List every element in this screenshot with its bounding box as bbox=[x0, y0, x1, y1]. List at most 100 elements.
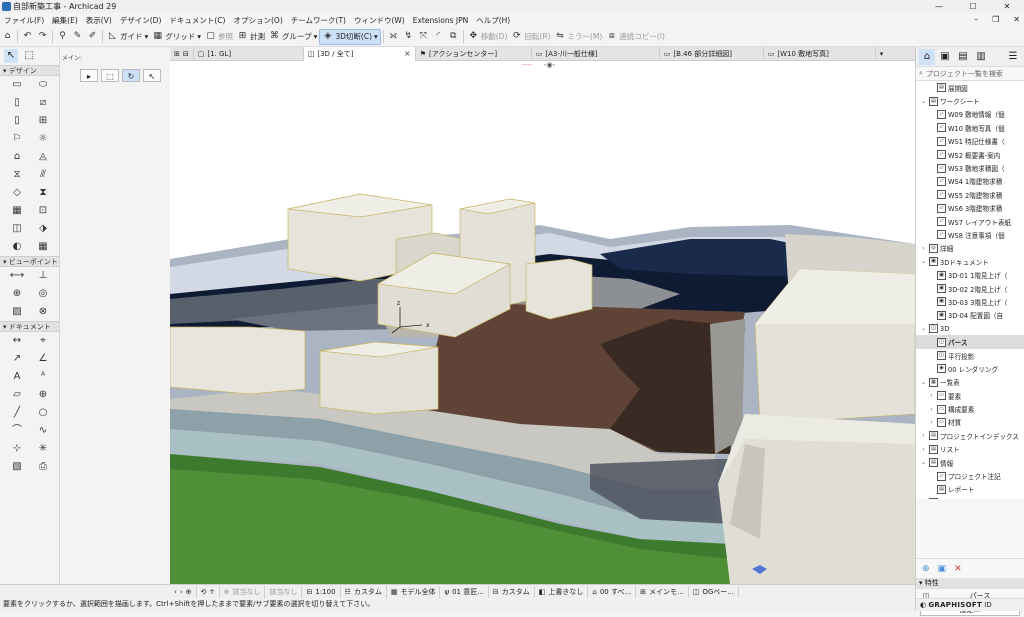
wall-tool-icon[interactable]: ▭ bbox=[4, 76, 30, 94]
tab-grid-toggle[interactable]: ⊞ ⊟ bbox=[170, 46, 194, 61]
tree-item[interactable]: › ◎ 詳細 bbox=[916, 242, 1024, 255]
tree-item[interactable]: ⌄ ◫ 3D bbox=[916, 322, 1024, 335]
terrain-tool-icon[interactable]: ⬗ bbox=[30, 220, 56, 238]
eye-icon[interactable]: ‑◉‑ bbox=[544, 61, 555, 69]
undo-view-button[interactable]: ⊕ 該当なし bbox=[220, 585, 266, 598]
cut3d-button[interactable]: ◈ 3D切断(C) ▾ bbox=[319, 28, 381, 45]
shell-tool-icon[interactable]: ◬ bbox=[30, 148, 56, 166]
pen-set-select[interactable]: ψ 01 意匠... bbox=[440, 585, 489, 598]
override-select[interactable]: ◧ 上書きなし bbox=[535, 585, 589, 598]
menu-window[interactable]: ウィンドウ(W) bbox=[350, 15, 409, 26]
orbit-indicator-icon[interactable]: ‑‑‑‑ bbox=[522, 61, 532, 69]
tree-item[interactable]: ▱ WS6 3階建物求積 bbox=[916, 202, 1024, 215]
circle-tool-icon[interactable]: ○ bbox=[30, 404, 56, 422]
tree-item[interactable]: ▱ WS2 概要書-案内 bbox=[916, 148, 1024, 161]
change-tool-icon[interactable]: ⊗ bbox=[30, 303, 56, 321]
tree-item[interactable]: ▱ WS5 2階建物求積 bbox=[916, 188, 1024, 201]
rotate-button[interactable]: ⟳ 回転(R) bbox=[509, 29, 552, 45]
select-mode-button[interactable]: ▸ bbox=[80, 69, 98, 82]
tree-item[interactable]: ▱ W10 敷地写真（個 bbox=[916, 121, 1024, 134]
syringe-button[interactable]: ✐ bbox=[85, 29, 100, 45]
tab-floorplan[interactable]: ▢ [1. GL] bbox=[194, 46, 304, 61]
drawing-tool-icon[interactable]: ▧ bbox=[4, 458, 30, 476]
worksheet-tool-icon[interactable]: ◎ bbox=[30, 285, 56, 303]
grid-button[interactable]: ▦ グリッド ▾ bbox=[150, 29, 203, 45]
multicopy-button[interactable]: ⧈ 連続コピー(I) bbox=[604, 29, 667, 45]
pick-button[interactable]: ⚲ bbox=[55, 29, 70, 45]
furniture-tool-icon[interactable]: ▦ bbox=[30, 238, 56, 256]
navigator-menu-icon[interactable]: ☰ bbox=[1005, 49, 1021, 65]
marquee-tool-icon[interactable]: ⬚ bbox=[22, 49, 36, 63]
tree-item[interactable]: ⌄ ▣ 3Dドキュメント bbox=[916, 255, 1024, 268]
menu-help[interactable]: ヘルプ(H) bbox=[472, 15, 514, 26]
mirror-button[interactable]: ⇋ ミラー(M) bbox=[552, 29, 604, 45]
tree-item[interactable]: ▤ レポート bbox=[916, 483, 1024, 496]
dimension-tool-icon[interactable]: ↔ bbox=[4, 332, 30, 350]
menu-document[interactable]: ドキュメント(C) bbox=[165, 15, 229, 26]
redo-view-button[interactable]: 該当なし bbox=[265, 585, 303, 598]
tree-arrow-icon[interactable]: ⌄ bbox=[920, 98, 927, 105]
skylight-tool-icon[interactable]: ◫ bbox=[4, 220, 30, 238]
tree-item[interactable]: ▣ 3D-03 3階見上げ（ bbox=[916, 295, 1024, 308]
tree-item[interactable]: ◫ 平行投影 bbox=[916, 349, 1024, 362]
group-button[interactable]: ⌘ グループ ▾ bbox=[267, 29, 319, 45]
spline-tool-icon[interactable]: ∿ bbox=[30, 422, 56, 440]
menu-design[interactable]: デザイン(D) bbox=[116, 15, 166, 26]
scale-select[interactable]: ⊟ 1:100 bbox=[302, 585, 341, 598]
close-button[interactable]: ✕ bbox=[990, 0, 1024, 13]
interior-elevation-tool-icon[interactable]: ⊕ bbox=[4, 285, 30, 303]
level-dimension-tool-icon[interactable]: ⌖ bbox=[30, 332, 56, 350]
column-tool-icon[interactable]: ▯ bbox=[4, 94, 30, 112]
tab-layout-a3[interactable]: ▭ [A3-川一般仕様] bbox=[532, 46, 660, 61]
camera-tool-icon[interactable]: ⎙ bbox=[30, 458, 56, 476]
tab-action-center[interactable]: ⚑ [アクションセンター] bbox=[416, 46, 532, 61]
morph-tool-icon[interactable]: ◇ bbox=[4, 184, 30, 202]
curtain-wall-tool-icon[interactable]: ⧖ bbox=[4, 166, 30, 184]
tree-item[interactable]: › ▭ 材質 bbox=[916, 416, 1024, 429]
section-tool-icon[interactable]: ⟷ bbox=[4, 267, 30, 285]
roof-tool-icon[interactable]: ⌂ bbox=[4, 148, 30, 166]
new-view-icon[interactable]: ⊕ bbox=[922, 564, 930, 574]
object-tool-icon[interactable]: ⊡ bbox=[30, 202, 56, 220]
tab-close-icon[interactable]: × bbox=[404, 47, 411, 61]
angle-dimension-tool-icon[interactable]: ∠ bbox=[30, 350, 56, 368]
fill-tool-icon[interactable]: ▱ bbox=[4, 386, 30, 404]
move-button[interactable]: ✥ 移動(D) bbox=[466, 29, 510, 45]
railing-tool-icon[interactable]: ⫻ bbox=[30, 166, 56, 184]
tree-item[interactable]: ▱ WS1 特記仕様書（ bbox=[916, 135, 1024, 148]
door-tool-icon[interactable]: ▯ bbox=[4, 112, 30, 130]
text-tool-icon[interactable]: A bbox=[4, 368, 30, 386]
figure-tool-icon[interactable]: ⊕ bbox=[30, 386, 56, 404]
menu-teamwork[interactable]: チームワーク(T) bbox=[287, 15, 350, 26]
slab-tool-icon[interactable]: ⬭ bbox=[30, 76, 56, 94]
tree-item[interactable]: ◉ 00 レンダリング bbox=[916, 362, 1024, 375]
section-viewpoint[interactable]: ▾ ビューポイント bbox=[0, 256, 59, 267]
menu-file[interactable]: ファイル(F) bbox=[0, 15, 48, 26]
mesh-tool-icon[interactable]: ⧗ bbox=[30, 184, 56, 202]
adjust-button[interactable]: ↯ bbox=[401, 29, 416, 45]
tree-item[interactable]: ⌄ ▦ 一覧表 bbox=[916, 376, 1024, 389]
tree-arrow-icon[interactable]: ⌄ bbox=[920, 258, 927, 265]
tab-3d[interactable]: ◫ [3D / 全て] × bbox=[303, 46, 416, 61]
tree-item[interactable]: ▤ 展開図 bbox=[916, 81, 1024, 94]
arrow-tool-icon[interactable]: ↖ bbox=[4, 49, 18, 63]
tree-arrow-icon[interactable]: › bbox=[920, 446, 927, 453]
tree-item[interactable]: ▱ WS8 注意事項（個 bbox=[916, 228, 1024, 241]
maximize-button[interactable]: ☐ bbox=[956, 0, 990, 13]
undo-button[interactable]: ↶ bbox=[20, 29, 35, 45]
marquee-mode-button[interactable]: ⬚ bbox=[101, 69, 119, 82]
tab-detail-b46[interactable]: ▭ [B.46 部分詳細図] bbox=[660, 46, 764, 61]
tree-arrow-icon[interactable]: › bbox=[928, 392, 935, 399]
tree-item[interactable]: ▣ 3D-01 1階見上げ（ bbox=[916, 268, 1024, 281]
tab-worksheet-w10[interactable]: ▭ [W10 敷地写真] bbox=[764, 46, 876, 61]
tree-item[interactable]: ▣ 3D-02 2階見上げ（ bbox=[916, 282, 1024, 295]
stair-tool-icon[interactable]: ⚐ bbox=[4, 130, 30, 148]
tree-item[interactable]: › ▭ 構成要素 bbox=[916, 402, 1024, 415]
view-map-icon[interactable]: ▣ bbox=[937, 49, 953, 65]
project-map-icon[interactable]: ⌂ bbox=[919, 48, 935, 65]
redo-button[interactable]: ↷ bbox=[35, 29, 50, 45]
guide-button[interactable]: ◺ ガイド ▾ bbox=[105, 29, 150, 45]
equipment-tool-icon[interactable]: ◐ bbox=[4, 238, 30, 256]
elevation-tool-icon[interactable]: ⊥ bbox=[30, 267, 56, 285]
tab-overflow[interactable]: ▾ bbox=[876, 47, 888, 61]
